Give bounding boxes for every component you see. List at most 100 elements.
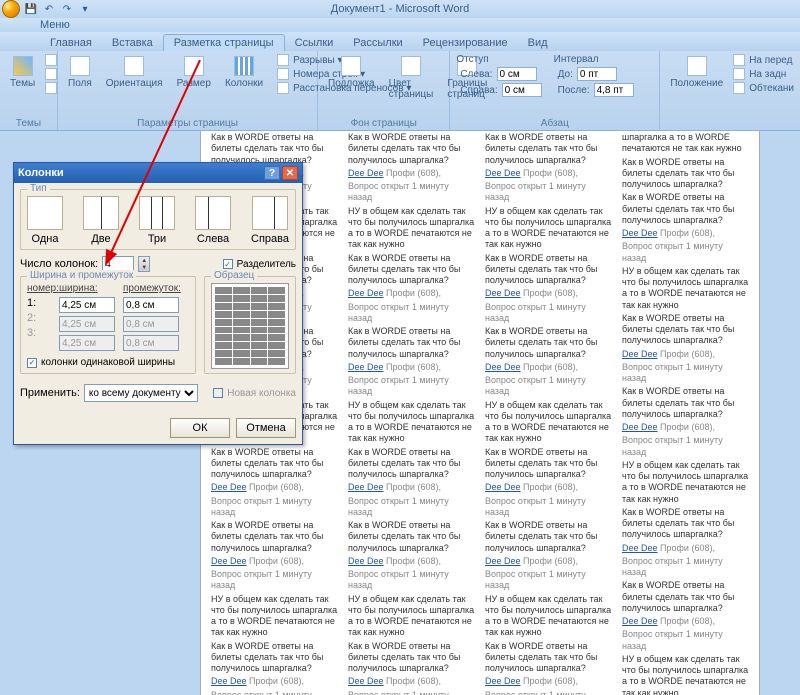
dialog-title: Колонки <box>18 167 64 179</box>
indent-right-label: Справа: <box>460 85 497 96</box>
watermark-button[interactable]: Подложка <box>324 54 379 102</box>
tab-view[interactable]: Вид <box>518 35 558 51</box>
orientation-icon <box>124 56 144 76</box>
tab-mailings[interactable]: Рассылки <box>343 35 412 51</box>
row3-gap: 0,8 см <box>123 335 179 351</box>
qat-save-icon[interactable]: 💾 <box>24 2 38 16</box>
qat-more-icon[interactable]: ▾ <box>78 2 92 16</box>
position-icon <box>687 56 707 76</box>
margins-label: Поля <box>68 78 92 89</box>
spacing-after-input[interactable] <box>594 83 634 97</box>
margins-icon <box>70 56 90 76</box>
row1-width[interactable]: 4,25 см <box>59 297 115 313</box>
position-button[interactable]: Положение <box>666 54 727 94</box>
columns-label: Колонки <box>225 78 263 89</box>
send-back[interactable]: На задн <box>733 68 794 80</box>
columns-button[interactable]: Колонки <box>221 54 267 94</box>
bring-front[interactable]: На перед <box>733 54 794 66</box>
indent-heading: Отступ <box>456 54 541 65</box>
new-column-checkbox: Новая колонка <box>213 388 296 399</box>
preview-group: Образец <box>204 276 296 374</box>
theme-fonts[interactable] <box>45 68 57 80</box>
divider-checkbox[interactable]: ✓ Разделитель <box>223 259 296 270</box>
type-one[interactable]: Одна <box>27 196 63 245</box>
tab-review[interactable]: Рецензирование <box>413 35 518 51</box>
type-left[interactable]: Слева <box>195 196 231 245</box>
type-three[interactable]: Три <box>139 196 175 245</box>
group-themes: Темы Темы <box>0 51 58 130</box>
orientation-button[interactable]: Ориентация <box>102 54 167 94</box>
type-right[interactable]: Справа <box>251 196 289 245</box>
size-button[interactable]: Размер <box>173 54 215 94</box>
group-paragraph: Отступ Слева: Справа: Интервал До: После… <box>450 51 660 130</box>
theme-effects[interactable] <box>45 82 57 94</box>
row2-width: 4,25 см <box>59 316 115 332</box>
group-label-page-bg: Фон страницы <box>324 118 443 129</box>
row1-num: 1: <box>27 297 51 309</box>
spacing-before-label: До: <box>558 69 573 80</box>
group-label-page-setup: Параметры страницы <box>64 118 311 129</box>
size-icon <box>184 56 204 76</box>
themes-label: Темы <box>10 78 35 89</box>
themes-icon <box>13 56 33 76</box>
tab-insert[interactable]: Вставка <box>102 35 163 51</box>
spacing-heading: Интервал <box>554 54 634 65</box>
indent-left-input[interactable] <box>497 67 537 81</box>
ribbon-tabs: Главная Вставка Разметка страницы Ссылки… <box>0 32 800 51</box>
tab-page-layout[interactable]: Разметка страницы <box>163 34 285 51</box>
theme-colors[interactable] <box>45 54 57 66</box>
row2-num: 2: <box>27 312 51 324</box>
apply-select[interactable]: ко всему документу <box>84 384 198 402</box>
indent-right-input[interactable] <box>502 83 542 97</box>
office-button[interactable] <box>2 0 20 18</box>
title-bar: 💾 ↶ ↷ ▾ Документ1 - Microsoft Word <box>0 0 800 18</box>
apply-label: Применить: <box>20 387 80 399</box>
type-two[interactable]: Две <box>83 196 119 245</box>
tab-home[interactable]: Главная <box>40 35 102 51</box>
columns-dialog: Колонки ? ✕ Тип Одна Две Три Слева Справ… <box>13 162 303 445</box>
check-icon: ✓ <box>223 259 233 269</box>
type-group: Тип Одна Две Три Слева Справа <box>20 189 296 250</box>
orientation-label: Ориентация <box>106 78 163 89</box>
preview-pic <box>211 283 289 369</box>
qat-undo-icon[interactable]: ↶ <box>42 2 56 16</box>
watermark-icon <box>341 56 361 76</box>
menu-bar: Меню <box>0 18 800 32</box>
equal-width-checkbox[interactable]: ✓ колонки одинаковой ширины <box>27 357 189 368</box>
width-spacing-legend: Ширина и промежуток <box>27 270 136 281</box>
num-columns-label: Число колонок: <box>20 258 98 270</box>
hyphenation-icon <box>277 82 289 94</box>
page-color-button[interactable]: Цвет страницы <box>385 54 438 102</box>
width-spacing-group: Ширина и промежуток номер: 1: 2: 3: шири… <box>20 276 196 374</box>
quick-access-toolbar: 💾 ↶ ↷ ▾ <box>2 0 92 18</box>
qat-redo-icon[interactable]: ↷ <box>60 2 74 16</box>
spacing-before-input[interactable] <box>577 67 617 81</box>
check-icon: ✓ <box>27 358 37 368</box>
group-page-background: Подложка Цвет страницы Границы страниц Ф… <box>318 51 450 130</box>
margins-button[interactable]: Поля <box>64 54 96 94</box>
group-arrange: Положение На перед На задн Обтекани <box>660 51 800 130</box>
indent-left-label: Слева: <box>460 69 492 80</box>
columns-icon <box>234 56 254 76</box>
breaks-icon <box>277 54 289 66</box>
themes-button[interactable]: Темы <box>6 54 39 94</box>
cancel-button[interactable]: Отмена <box>236 418 296 438</box>
type-legend: Тип <box>27 183 50 194</box>
col-w-head: ширина: <box>59 283 115 294</box>
dialog-title-bar[interactable]: Колонки ? ✕ <box>14 163 302 183</box>
page-color-label: Цвет страницы <box>389 78 434 100</box>
window-title: Документ1 - Microsoft Word <box>331 3 469 15</box>
dialog-close-button[interactable]: ✕ <box>282 166 298 180</box>
col-g-head: промежуток: <box>123 283 181 294</box>
col-num-head: номер: <box>27 283 51 294</box>
group-page-setup: Поля Ориентация Размер Колонки Разрывы ▾… <box>58 51 318 130</box>
line-numbers-icon <box>277 68 289 80</box>
num-columns-spinner[interactable]: ▲▼ <box>138 256 150 272</box>
text-wrap[interactable]: Обтекани <box>733 82 794 94</box>
dialog-help-button[interactable]: ? <box>264 166 280 180</box>
ok-button[interactable]: ОК <box>170 418 230 438</box>
menu-item[interactable]: Меню <box>40 19 70 31</box>
tab-references[interactable]: Ссылки <box>285 35 344 51</box>
row3-num: 3: <box>27 327 51 339</box>
row1-gap[interactable]: 0,8 см <box>123 297 179 313</box>
